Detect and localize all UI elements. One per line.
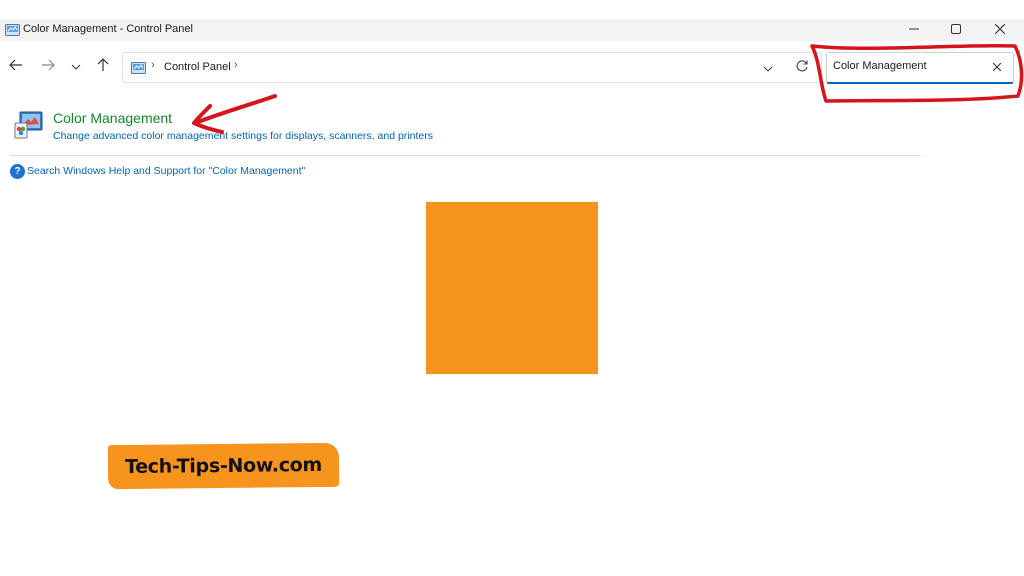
chevron-down-icon[interactable] bbox=[763, 60, 773, 78]
maximize-button[interactable] bbox=[936, 19, 976, 41]
breadcrumb-separator-icon[interactable]: › bbox=[234, 59, 238, 71]
result-description-link[interactable]: Change advanced color management setting… bbox=[53, 130, 433, 142]
up-button[interactable] bbox=[93, 57, 113, 77]
result-title-link[interactable]: Color Management bbox=[53, 110, 172, 126]
control-panel-icon bbox=[5, 23, 20, 41]
refresh-icon[interactable] bbox=[795, 59, 809, 78]
title-bar: Color Management - Control Panel bbox=[0, 19, 1024, 41]
search-input[interactable] bbox=[833, 60, 983, 72]
forward-arrow-icon bbox=[41, 58, 55, 76]
help-search-link[interactable]: Search Windows Help and Support for "Col… bbox=[27, 165, 305, 177]
red-arrow-annotation bbox=[196, 94, 277, 124]
recent-dropdown-icon bbox=[71, 58, 81, 76]
back-button[interactable] bbox=[6, 57, 26, 77]
address-bar[interactable]: › Control Panel › bbox=[122, 52, 822, 83]
red-arrowhead-annotation bbox=[192, 104, 224, 134]
watermark-badge: Tech-Tips-Now.com bbox=[107, 442, 340, 490]
maximize-icon bbox=[951, 21, 961, 39]
forward-button[interactable] bbox=[38, 57, 58, 77]
search-box[interactable] bbox=[826, 52, 1014, 84]
recent-locations-button[interactable] bbox=[66, 57, 86, 77]
minimize-icon bbox=[909, 21, 919, 39]
breadcrumb-separator-icon[interactable]: › bbox=[151, 59, 155, 71]
window-title: Color Management - Control Panel bbox=[23, 23, 193, 35]
back-arrow-icon bbox=[9, 58, 23, 76]
close-icon bbox=[992, 58, 1002, 76]
clear-search-button[interactable] bbox=[989, 59, 1005, 75]
close-icon bbox=[994, 21, 1006, 39]
help-icon: ? bbox=[10, 164, 25, 179]
watermark-text: Tech-Tips-Now.com bbox=[124, 453, 323, 479]
breadcrumb-control-panel[interactable]: Control Panel bbox=[164, 61, 231, 73]
orange-square-overlay bbox=[426, 202, 598, 374]
control-panel-icon bbox=[131, 61, 146, 79]
color-management-icon[interactable] bbox=[14, 110, 44, 145]
close-button[interactable] bbox=[980, 19, 1020, 41]
minimize-button[interactable] bbox=[894, 19, 934, 41]
up-arrow-icon bbox=[97, 57, 109, 77]
divider bbox=[10, 155, 921, 156]
